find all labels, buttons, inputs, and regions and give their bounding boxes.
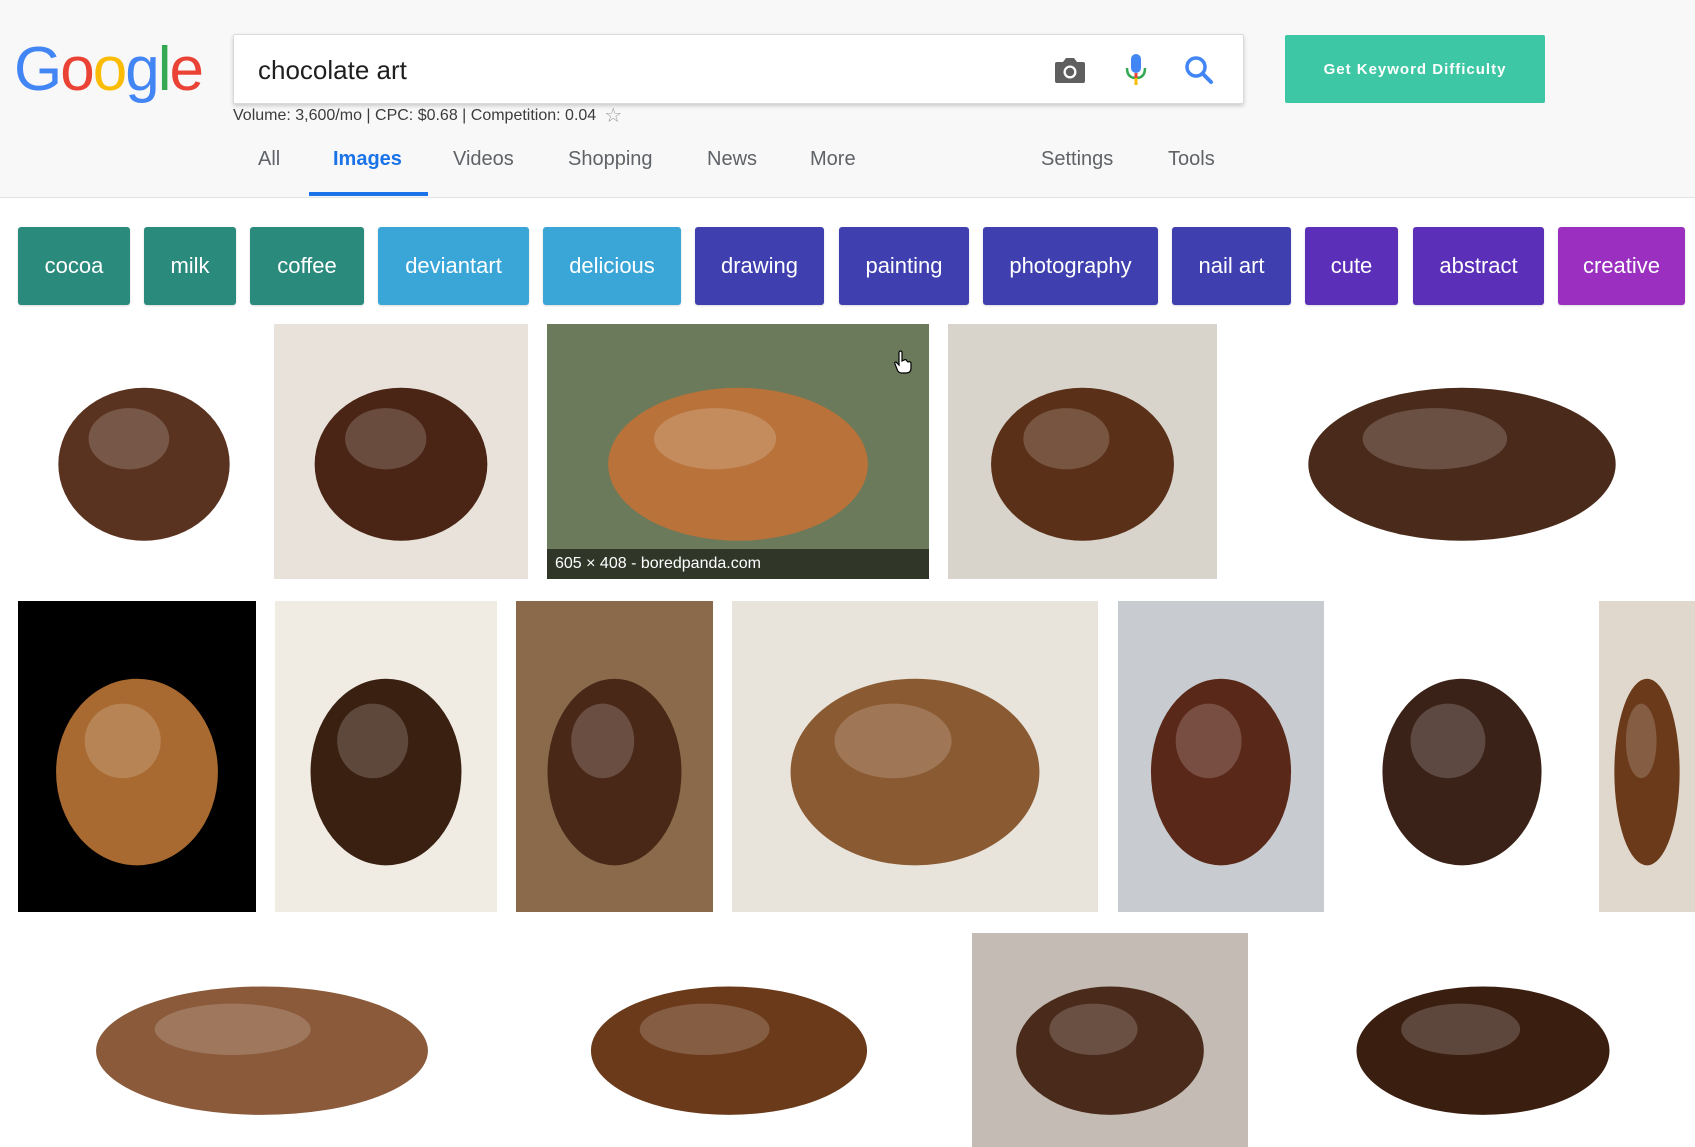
image-result[interactable] (275, 601, 497, 912)
chip-cute[interactable]: cute (1305, 227, 1398, 305)
tab-videos[interactable]: Videos (453, 148, 514, 198)
image-result[interactable] (18, 933, 506, 1147)
metrics-text: Volume: 3,600/mo | CPC: $0.68 | Competit… (233, 107, 597, 124)
image-thumbnail (608, 387, 868, 541)
chip-cocoa[interactable]: cocoa (18, 227, 130, 305)
hand-cursor-icon (894, 350, 912, 374)
chip-painting[interactable]: painting (839, 227, 969, 305)
keyword-metrics: Volume: 3,600/mo | CPC: $0.68 | Competit… (233, 106, 622, 126)
image-result[interactable] (1118, 601, 1324, 912)
search-input[interactable]: chocolate art (233, 34, 1244, 104)
logo-letter: e (169, 35, 204, 104)
image-thumbnail (56, 678, 218, 866)
image-result[interactable] (526, 933, 932, 1147)
image-thumbnail (991, 387, 1174, 541)
image-result[interactable] (732, 601, 1098, 912)
image-thumbnail (96, 986, 428, 1115)
image-thumbnail (790, 678, 1040, 866)
logo-letter: g (125, 35, 160, 104)
image-result[interactable] (18, 324, 270, 579)
image-thumbnail (310, 678, 462, 866)
tab-all[interactable]: All (258, 148, 280, 198)
image-result[interactable] (18, 601, 256, 912)
image-thumbnail (1016, 986, 1204, 1115)
chip-nail-art[interactable]: nail art (1172, 227, 1291, 305)
logo-letter: G (14, 35, 62, 104)
search-icon[interactable] (1178, 49, 1220, 91)
chip-milk[interactable]: milk (144, 227, 236, 305)
search-header: Google chocolate art Get Keyword Difficu… (0, 0, 1695, 198)
google-logo[interactable]: Google (14, 34, 204, 106)
get-keyword-difficulty-button[interactable]: Get Keyword Difficulty (1285, 35, 1545, 103)
image-result[interactable]: 605 × 408 - boredpanda.com (547, 324, 929, 579)
image-caption: 605 × 408 - boredpanda.com (547, 549, 929, 579)
image-result[interactable] (274, 324, 528, 579)
image-thumbnail (1150, 678, 1292, 866)
tab-settings[interactable]: Settings (1041, 148, 1113, 198)
tab-images[interactable]: Images (333, 148, 402, 198)
image-thumbnail (58, 387, 230, 541)
chip-photography[interactable]: photography (983, 227, 1158, 305)
chip-deviantart[interactable]: deviantart (378, 227, 529, 305)
image-thumbnail (1308, 387, 1616, 541)
chip-creative[interactable]: creative (1558, 227, 1685, 305)
microphone-icon[interactable] (1115, 49, 1157, 91)
star-icon[interactable]: ☆ (604, 106, 622, 126)
image-result[interactable] (1297, 933, 1669, 1147)
image-result[interactable] (1236, 324, 1688, 579)
tab-shopping[interactable]: Shopping (568, 148, 653, 198)
chip-abstract[interactable]: abstract (1413, 227, 1544, 305)
logo-letter: o (60, 35, 95, 104)
active-tab-indicator (309, 192, 428, 196)
tab-tools[interactable]: Tools (1168, 148, 1215, 198)
chip-coffee[interactable]: coffee (250, 227, 364, 305)
image-thumbnail (1382, 678, 1542, 866)
image-result[interactable] (1599, 601, 1695, 912)
image-result[interactable] (1345, 601, 1579, 912)
tab-more[interactable]: More (810, 148, 856, 198)
image-thumbnail (590, 986, 868, 1115)
image-thumbnail (314, 387, 488, 541)
image-thumbnail (1614, 678, 1680, 866)
camera-icon[interactable] (1049, 49, 1091, 91)
chip-drawing[interactable]: drawing (695, 227, 824, 305)
logo-letter: o (92, 35, 128, 104)
image-thumbnail (547, 678, 682, 866)
tab-news[interactable]: News (707, 148, 757, 198)
image-result[interactable] (948, 324, 1217, 579)
image-result[interactable] (516, 601, 713, 912)
chip-delicious[interactable]: delicious (543, 227, 681, 305)
search-tabs: All Images Videos Shopping News More Set… (0, 140, 1695, 198)
image-result[interactable] (972, 933, 1248, 1147)
image-thumbnail (1356, 986, 1610, 1115)
search-query[interactable]: chocolate art (258, 55, 407, 86)
logo-letter: l (157, 35, 172, 104)
